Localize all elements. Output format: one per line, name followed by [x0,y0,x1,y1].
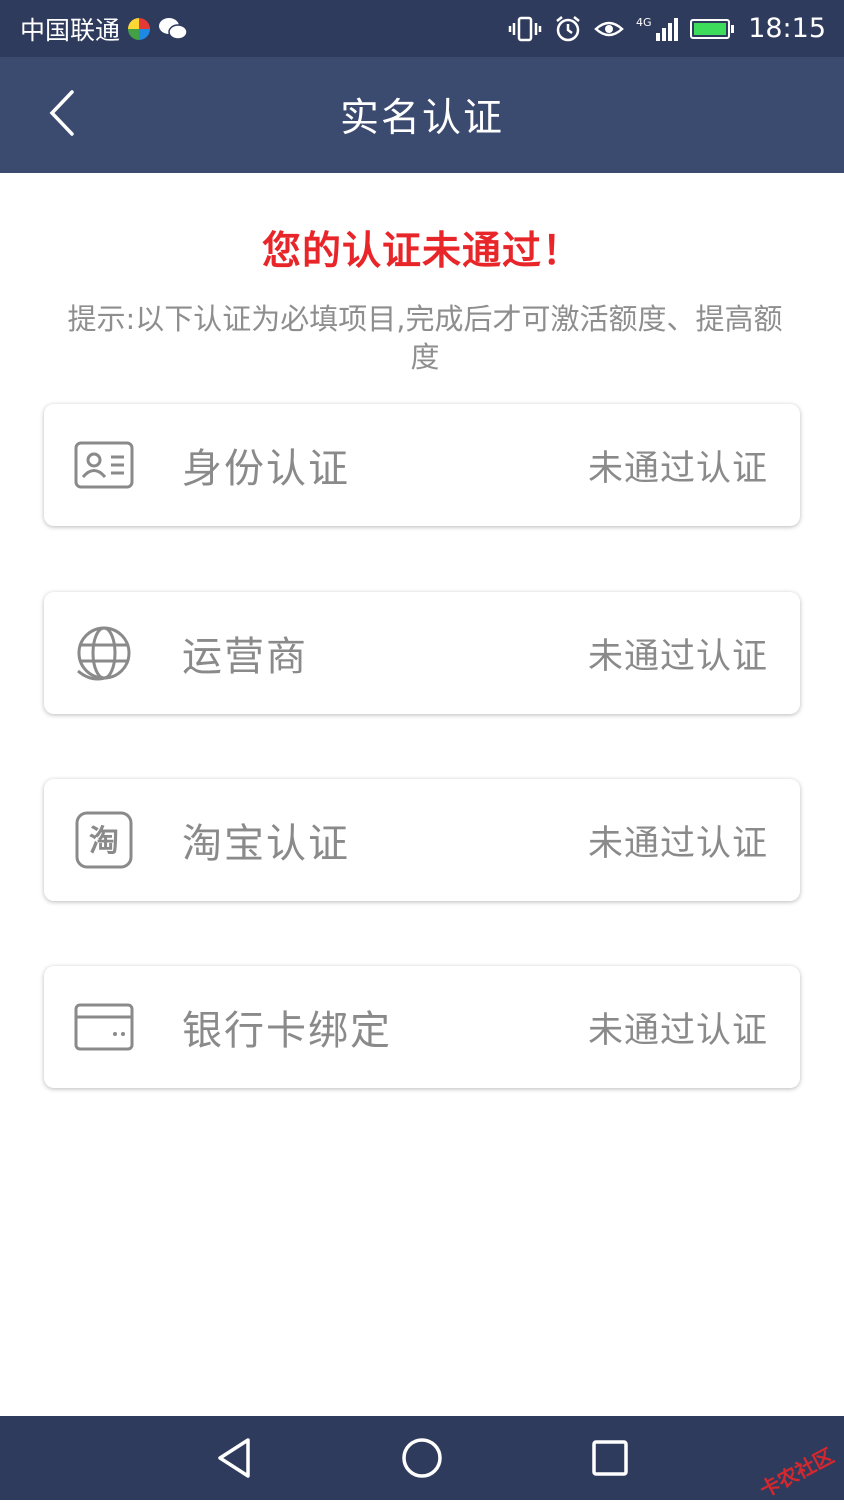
card-status: 未通过认证 [587,448,768,489]
alarm-icon [554,15,582,43]
status-left: 中国联通 [20,11,188,47]
eye-icon [594,17,625,41]
card-label: 淘宝认证 [182,821,350,867]
taobao-icon: 淘 [74,810,134,870]
colorful-app-icon [126,16,152,42]
system-back-button[interactable] [208,1434,260,1486]
carrier-name: 中国联通 [20,15,121,45]
system-nav-bar: 卡农社区 [0,1416,844,1503]
status-right: 4G 18:15 [508,13,826,44]
page-title: 实名认证 [339,96,504,141]
bank-card-icon [74,997,134,1057]
system-home-button[interactable] [396,1434,448,1486]
card-label: 运营商 [182,634,308,680]
card-label: 身份认证 [182,446,350,492]
home-circle-icon [400,1436,444,1484]
back-triangle-icon [214,1436,254,1484]
wechat-icon [158,16,188,42]
signal-icon: 4G [636,15,679,43]
bank-card-binding-card[interactable]: 银行卡绑定 未通过认证 [44,966,800,1088]
verification-failed-headline: 您的认证未通过！ [261,229,582,274]
svg-text:淘: 淘 [89,824,119,859]
id-card-icon [74,435,134,495]
taobao-verification-card[interactable]: 淘 淘宝认证 未通过认证 [44,779,800,901]
svg-text:4G: 4G [636,16,652,29]
system-recents-button[interactable] [584,1434,636,1486]
card-status: 未通过认证 [587,636,768,677]
card-label: 银行卡绑定 [182,1008,392,1054]
status-bar: 中国联通 4G 18:15 [0,0,844,57]
watermark: 卡农社区 [755,1443,838,1503]
clock-time: 18:15 [748,13,826,44]
card-status: 未通过认证 [587,1010,768,1051]
carrier-verification-card[interactable]: 运营商 未通过认证 [44,592,800,714]
battery-icon [690,18,735,39]
vibrate-icon [508,15,542,43]
hint-text: 提示:以下认证为必填项目,完成后才可激活额度、提高额度 [67,302,783,374]
header-bar: 实名认证 [0,57,844,173]
card-status: 未通过认证 [587,823,768,864]
recents-square-icon [590,1438,630,1482]
id-verification-card[interactable]: 身份认证 未通过认证 [44,404,800,526]
carrier-globe-icon [74,623,134,683]
